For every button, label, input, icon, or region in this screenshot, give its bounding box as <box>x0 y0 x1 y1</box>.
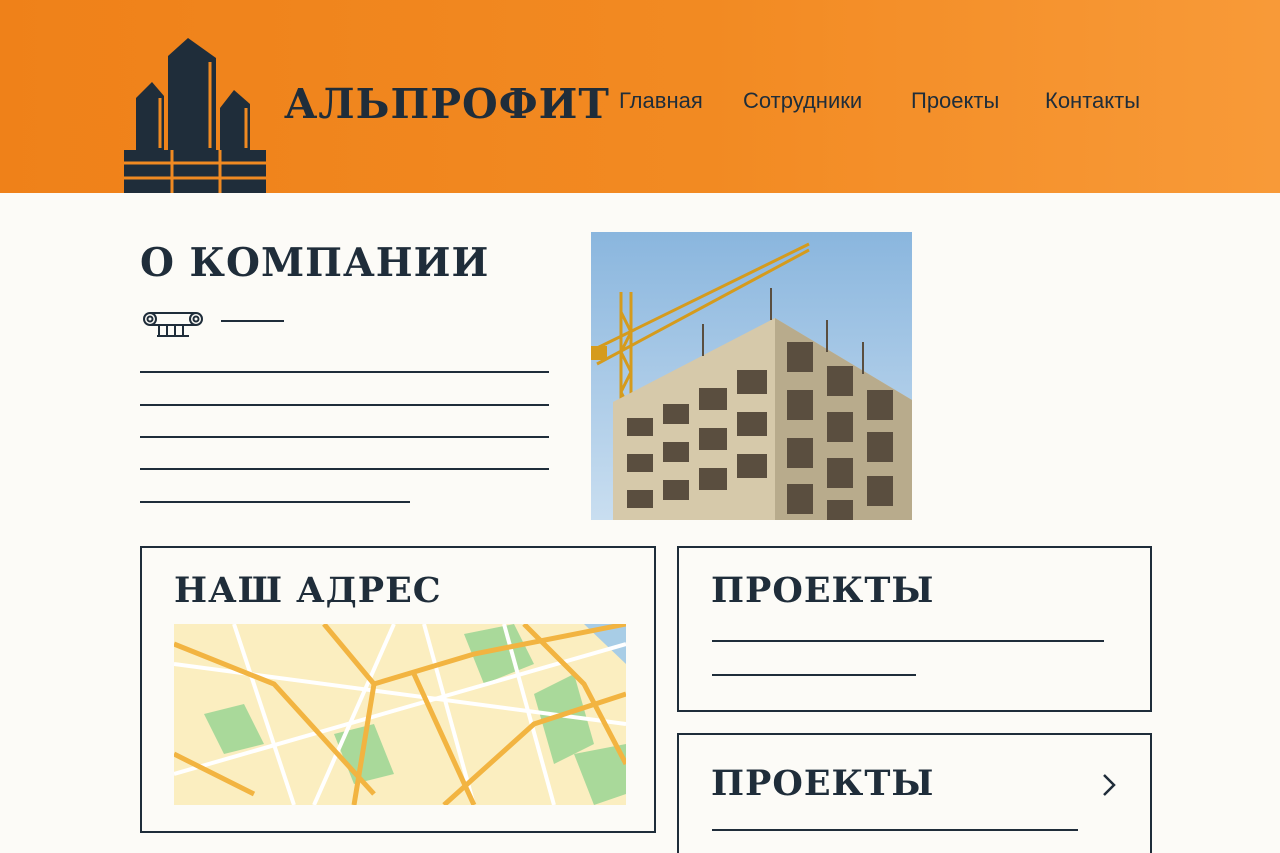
nav-home[interactable]: Главная <box>619 88 703 114</box>
text-placeholder-line <box>712 674 916 676</box>
nav-projects[interactable]: Проекты <box>911 88 999 114</box>
text-placeholder-line <box>140 371 549 373</box>
projects-card[interactable]: ПРОЕКТЫ <box>677 733 1152 853</box>
text-placeholder-line <box>140 436 549 438</box>
street-map[interactable] <box>174 624 626 805</box>
text-placeholder-line <box>140 501 410 503</box>
projects-card[interactable]: ПРОЕКТЫ <box>677 546 1152 712</box>
text-placeholder-line <box>140 468 549 470</box>
about-title: О КОМПАНИИ <box>140 240 490 286</box>
site-header: АЛЬПРОФИТ Главная Сотрудники Проекты Кон… <box>0 0 1280 193</box>
construction-site-crane-photo <box>591 232 912 520</box>
brand-name[interactable]: АЛЬПРОФИТ <box>284 80 610 128</box>
nav-staff[interactable]: Сотрудники <box>743 88 862 114</box>
address-card: НАШ АДРЕС <box>140 546 656 833</box>
chevron-right-icon[interactable] <box>1099 771 1119 799</box>
text-placeholder-line <box>140 404 549 406</box>
address-title: НАШ АДРЕС <box>174 570 442 611</box>
buildings-logo-icon[interactable] <box>124 38 266 193</box>
title-divider <box>221 320 284 322</box>
nav-contacts[interactable]: Контакты <box>1045 88 1140 114</box>
text-placeholder-line <box>712 640 1104 642</box>
ionic-column-icon <box>143 312 203 337</box>
projects-title: ПРОЕКТЫ <box>711 763 935 804</box>
text-placeholder-line <box>712 829 1078 831</box>
projects-title: ПРОЕКТЫ <box>711 570 935 611</box>
